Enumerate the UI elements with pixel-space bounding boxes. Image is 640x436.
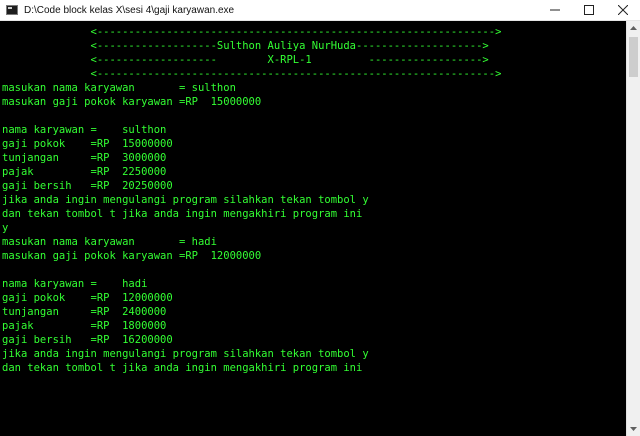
console-line: y bbox=[2, 222, 9, 234]
scroll-up-arrow-icon[interactable] bbox=[627, 21, 640, 35]
console-line: <---------------------------------------… bbox=[2, 26, 502, 38]
minimize-button[interactable] bbox=[538, 0, 572, 20]
console-line: masukan nama karyawan = sulthon bbox=[2, 82, 236, 94]
console-line: tunjangan =RP 2400000 bbox=[2, 306, 167, 318]
console-line: pajak =RP 2250000 bbox=[2, 166, 167, 178]
console-line: <---------------------------------------… bbox=[2, 68, 502, 80]
console-line: masukan nama karyawan = hadi bbox=[2, 236, 217, 248]
close-icon bbox=[618, 5, 628, 15]
console-line: nama karyawan = sulthon bbox=[2, 124, 167, 136]
maximize-icon bbox=[584, 5, 594, 15]
vertical-scrollbar[interactable] bbox=[626, 21, 640, 436]
console-output[interactable]: <---------------------------------------… bbox=[0, 21, 626, 436]
console-line: pajak =RP 1800000 bbox=[2, 320, 167, 332]
console-line: nama karyawan = hadi bbox=[2, 278, 148, 290]
close-button[interactable] bbox=[606, 0, 640, 20]
console-line: jika anda ingin mengulangi program silah… bbox=[2, 348, 369, 360]
console-line: gaji bersih =RP 16200000 bbox=[2, 334, 173, 346]
console-line: masukan gaji pokok karyawan =RP 12000000 bbox=[2, 250, 262, 262]
console-window: D:\Code block kelas X\sesi 4\gaji karyaw… bbox=[0, 0, 640, 436]
console-line: dan tekan tombol t jika anda ingin menga… bbox=[2, 208, 363, 220]
console-line: jika anda ingin mengulangi program silah… bbox=[2, 194, 369, 206]
console-line: <-------------------Sulthon Auliya NurHu… bbox=[2, 40, 489, 52]
window-controls bbox=[538, 0, 640, 20]
console-app-icon bbox=[6, 5, 18, 15]
scroll-down-arrow-icon[interactable] bbox=[627, 422, 640, 436]
console-line: <------------------- X-RPL-1 -----------… bbox=[2, 54, 489, 66]
console-line: masukan gaji pokok karyawan =RP 15000000 bbox=[2, 96, 262, 108]
console-line: gaji bersih =RP 20250000 bbox=[2, 180, 173, 192]
scroll-thumb[interactable] bbox=[629, 37, 638, 77]
console-line: tunjangan =RP 3000000 bbox=[2, 152, 167, 164]
window-title: D:\Code block kelas X\sesi 4\gaji karyaw… bbox=[24, 4, 235, 16]
minimize-icon bbox=[550, 9, 560, 11]
console-line: gaji pokok =RP 15000000 bbox=[2, 138, 173, 150]
maximize-button[interactable] bbox=[572, 0, 606, 20]
console-line: dan tekan tombol t jika anda ingin menga… bbox=[2, 362, 363, 374]
console-line: gaji pokok =RP 12000000 bbox=[2, 292, 173, 304]
title-bar[interactable]: D:\Code block kelas X\sesi 4\gaji karyaw… bbox=[0, 0, 640, 21]
